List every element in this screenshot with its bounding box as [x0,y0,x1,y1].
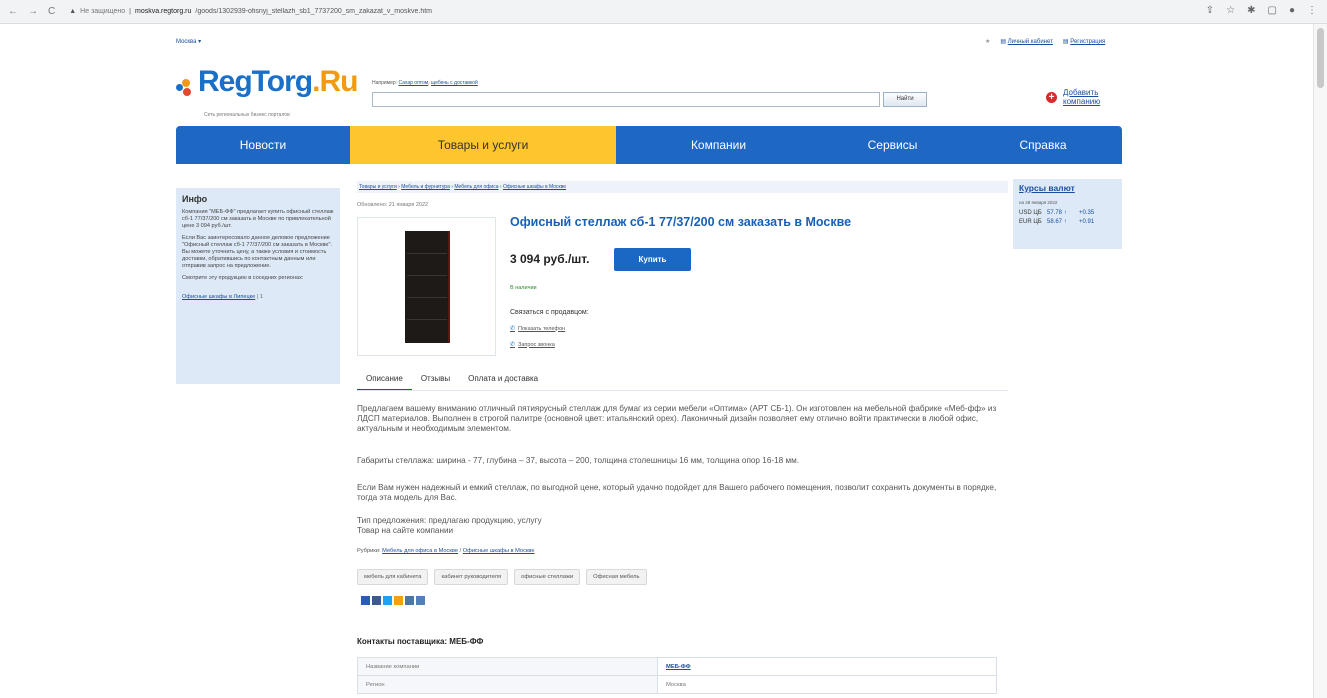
browser-toolbar: ← → C ▲ Не защищено | moskva.regtorg.ru /… [0,0,1327,24]
nav-goods[interactable]: Товары и услуги [350,126,616,164]
url-path: /goods/1302939-ofisnyj_stellazh_sb1_7737… [195,8,433,15]
updated-date: Обновлено: 21 января 2022 [357,202,429,208]
region-link[interactable]: Офисные шкафы в Липецке [182,294,255,300]
tab-reviews[interactable]: Отзывы [412,370,459,391]
description-text: Если Вам нужен надежный и емкий стеллаж,… [357,483,997,502]
info-title: Инфо [182,194,208,204]
browser-nav: ← → C [8,6,55,17]
tabs-divider [357,390,1008,391]
tag-list: мебель для кабинета кабинет руководителя… [357,569,647,585]
star-icon: ★ [985,39,991,45]
breadcrumb-link[interactable]: Офисные шкафы в Москве [503,184,566,190]
forward-icon[interactable]: → [28,6,38,17]
tag[interactable]: офисные стеллажи [514,569,581,585]
tag[interactable]: мебель для кабинета [357,569,429,585]
breadcrumb-link[interactable]: Мебель для офиса [454,184,498,190]
search-hint-link[interactable]: щебень с доставкой [431,80,478,86]
call-icon: ✆ [510,342,516,348]
breadcrumb-link[interactable]: Товары и услуги [359,184,397,190]
logo-text: RegTorg.Ru [198,65,358,98]
product-price: 3 094 руб./шт. [510,252,590,266]
info-panel: Инфо Компания "МЕБ-ФФ" предлагает купить… [176,188,340,384]
twitter-icon[interactable] [383,596,392,605]
add-company-link[interactable]: + Добавить компанию [1046,88,1123,106]
nav-companies[interactable]: Компании [616,126,821,164]
scrollbar-thumb[interactable] [1317,28,1324,88]
currency-panel: Курсы валют на 28 января 2022 USD ЦБ 57.7… [1013,179,1122,249]
address-bar[interactable]: ▲ Не защищено | moskva.regtorg.ru/goods/… [69,8,1169,15]
nav-services[interactable]: Сервисы [821,126,964,164]
shelf-image [405,231,450,343]
rubric-link[interactable]: Мебель для офиса в Москве [382,548,458,554]
nav-news[interactable]: Новости [176,126,350,164]
bookmark-star-icon[interactable]: ☆ [1226,5,1235,16]
product-tabs: Описание Отзывы Оплата и доставка [357,370,547,391]
search-hint: Например: Сахар оптом, щебень с доставко… [372,80,478,86]
table-row: Название компании МЕБ-ФФ [357,657,997,676]
reload-icon[interactable]: C [48,6,55,17]
warning-icon: ▲ [69,8,77,15]
rubrics: Рубрики: Мебель для офиса в Москве / Офи… [357,548,535,554]
currency-row: USD ЦБ 57.78 ↑ +0.35 [1019,210,1095,216]
logo-tagline: Сеть региональных бизнес порталов [204,112,290,118]
main-nav: Новости Товары и услуги Компании Сервисы… [176,126,1122,164]
browser-actions: ⇪ ☆ ✱ ▢ ● ⋮ [1206,5,1317,16]
table-row: Регион Москва [357,675,997,694]
menu-icon[interactable]: ⋮ [1307,5,1317,16]
page-scrollbar[interactable] [1313,24,1327,698]
info-text: Смотрите эту продукцию в соседних регион… [182,275,304,282]
facebook-icon[interactable] [372,596,381,605]
url-host: moskva.regtorg.ru [135,8,192,15]
stock-status: В наличии [510,285,537,291]
nav-help[interactable]: Справка [964,126,1122,164]
ok-icon[interactable] [394,596,403,605]
contact-seller-label: Связаться с продавцом: [510,309,589,316]
back-icon[interactable]: ← [8,6,18,17]
product-title: Офисный стеллаж сб-1 77/37/200 см заказа… [510,215,852,229]
share-icon[interactable]: ⇪ [1206,5,1214,16]
livejournal-icon[interactable] [416,596,425,605]
city-selector[interactable]: Москва ▾ [176,38,201,45]
offer-type: Тип предложения: предлагаю продукцию, ус… [357,516,542,525]
currency-row: EUR ЦБ 58.67 ↑ +0.91 [1019,219,1095,225]
search-hint-link[interactable]: Сахар оптом [398,80,428,86]
contacts-title: Контакты поставщика: МЕБ-ФФ [357,637,484,646]
vk-icon[interactable] [361,596,370,605]
info-text: Компания "МЕБ-ФФ" предлагает купить офис… [182,209,334,229]
show-phone-link[interactable]: ✆ Показать телефон [510,325,565,333]
breadcrumb: Товары и услуги › Мебель и фурнитура › М… [357,181,1008,193]
social-share [361,596,425,605]
company-name-link[interactable]: МЕБ-ФФ [657,657,997,676]
tab-description[interactable]: Описание [357,370,412,391]
mail-icon[interactable] [405,596,414,605]
info-text: Если Вас заинтересовало данное деловое п… [182,235,333,269]
tag[interactable]: Офисная мебель [586,569,647,585]
currency-date: на 28 января 2022 [1019,200,1058,205]
breadcrumb-link[interactable]: Мебель и фурнитура [401,184,450,190]
company-site-note: Товар на сайте компании [357,526,454,535]
phone-icon: ✆ [510,326,516,332]
search-button[interactable]: Найти [883,92,927,107]
top-links: ★ ▤ Личный кабинет ▤ Регистрация [985,38,1105,45]
call-request-link[interactable]: ✆ Запрос звонка [510,341,555,349]
tag[interactable]: кабинет руководителя [434,569,509,585]
extensions-icon[interactable]: ✱ [1247,5,1255,16]
contacts-table: Название компании МЕБ-ФФ Регион Москва [357,657,997,694]
product-image[interactable] [357,217,496,356]
description-text: Габариты стеллажа: ширина - 77, глубина … [357,456,800,465]
description-text: Предлагаем вашему вниманию отличный пяти… [357,404,997,433]
sidepanel-icon[interactable]: ▢ [1268,5,1277,16]
buy-button[interactable]: Купить [614,248,691,271]
search-input[interactable] [372,92,880,107]
rubric-link[interactable]: Офисные шкафы в Москве [463,548,535,554]
register-link[interactable]: ▤ Регистрация [1063,38,1105,45]
cabinet-link[interactable]: ▤ Личный кабинет [1000,38,1052,45]
security-label: Не защищено [80,8,126,15]
tab-payment-delivery[interactable]: Оплата и доставка [459,370,547,391]
currency-title[interactable]: Курсы валют [1019,183,1116,193]
profile-icon[interactable]: ● [1289,5,1295,16]
plus-icon: + [1046,92,1057,103]
